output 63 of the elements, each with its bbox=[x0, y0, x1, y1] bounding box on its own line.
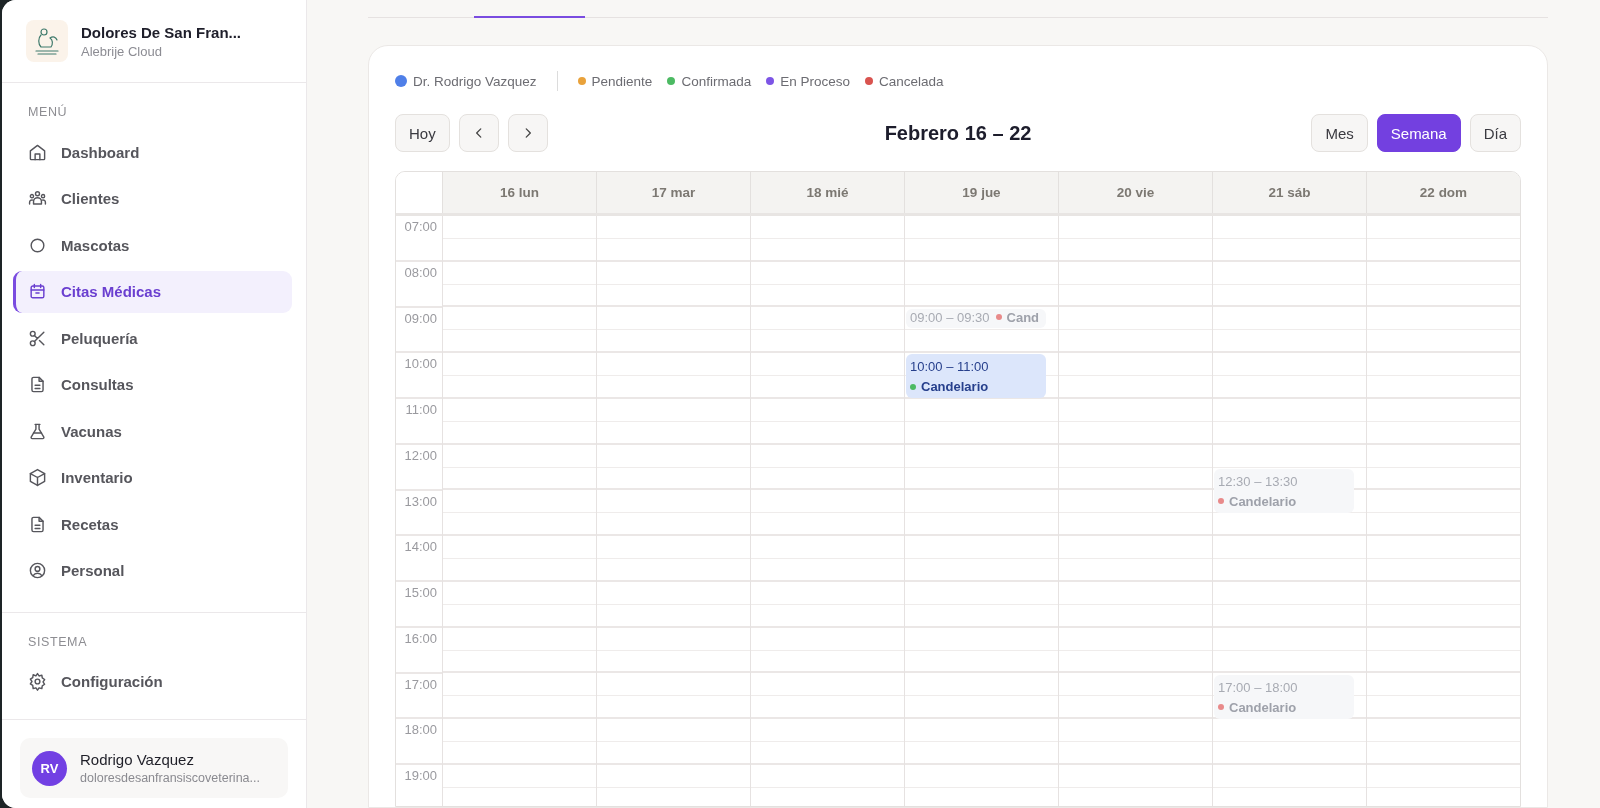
day-header: 21 sáb bbox=[1212, 172, 1366, 213]
sidebar-item[interactable]: Dashboard bbox=[13, 131, 292, 173]
day-header: 17 mar bbox=[596, 172, 750, 213]
patient-name: Candelario bbox=[1229, 493, 1297, 509]
sidebar-item[interactable]: Mascotas bbox=[13, 224, 292, 266]
home-icon bbox=[28, 142, 47, 162]
day-header: 16 lun bbox=[442, 172, 596, 213]
section-heading: MENÚ bbox=[27, 103, 69, 121]
sidebar-item[interactable]: Clientes bbox=[13, 177, 292, 220]
patient-name: Cand bbox=[1006, 309, 1040, 325]
time-label: 07:00 bbox=[404, 219, 437, 234]
user-email: doloresdesanfransiscoveterina... bbox=[80, 771, 260, 785]
calendar-title: Febrero 16 – 22 bbox=[883, 121, 1033, 145]
view-tab[interactable]: Día bbox=[1469, 114, 1521, 152]
cube-icon bbox=[28, 468, 47, 487]
time-label: 11:00 bbox=[405, 402, 437, 417]
sidebar-item[interactable]: Peluquería bbox=[13, 317, 292, 359]
scissors-icon bbox=[28, 328, 47, 348]
legend-label: Pendiente bbox=[591, 73, 653, 89]
user-name: Rodrigo Vazquez bbox=[80, 751, 195, 768]
user-card[interactable]: RV Rodrigo Vazquez doloresdesanfransiscoveterina... bbox=[20, 738, 288, 798]
sidebar-item[interactable]: Inventario bbox=[13, 456, 292, 499]
day-header: 20 vie bbox=[1058, 172, 1212, 213]
patient-name: Candelario bbox=[1229, 699, 1297, 715]
clinic-name: Dolores De San Fran... bbox=[81, 23, 242, 41]
view-tab[interactable]: Mes bbox=[1311, 114, 1368, 152]
clinic-subtitle: Alebrije Cloud bbox=[81, 43, 163, 59]
appointment-card[interactable]: 10:00 – 11:00 Candelario bbox=[906, 354, 1046, 399]
previous-button[interactable] bbox=[458, 114, 499, 152]
time-label: 15:00 bbox=[404, 585, 437, 600]
section-heading: SISTEMA bbox=[27, 633, 89, 651]
dog-logo-icon bbox=[33, 26, 61, 56]
day-header: 19 jue bbox=[904, 172, 1058, 213]
flask-icon bbox=[28, 421, 47, 441]
legend-label: Confirmada bbox=[681, 73, 752, 89]
view-tab[interactable]: Semana bbox=[1376, 114, 1461, 152]
patient-name: Candelario bbox=[921, 379, 989, 395]
time-label: 19:00 bbox=[404, 768, 437, 783]
avatar: RV bbox=[32, 750, 67, 786]
gear-icon bbox=[28, 672, 47, 691]
sidebar-item[interactable]: Citas Médicas bbox=[13, 270, 292, 313]
legend-label: En Proceso bbox=[780, 73, 850, 89]
user-circle-icon bbox=[28, 561, 47, 580]
today-button[interactable]: Hoy bbox=[395, 114, 450, 152]
appointment-time: 09:00 – 09:30 bbox=[910, 309, 990, 325]
people-icon bbox=[28, 189, 47, 208]
sidebar-item[interactable]: Vacunas bbox=[13, 410, 292, 452]
appointment-time: 12:30 – 13:30 bbox=[1218, 473, 1298, 489]
sidebar-item[interactable]: Personal bbox=[13, 549, 292, 592]
sidebar-item[interactable]: Consultas bbox=[13, 363, 292, 406]
next-button[interactable] bbox=[507, 114, 548, 152]
legend-label: Cancelada bbox=[878, 73, 944, 89]
appointment-time: 17:00 – 18:00 bbox=[1218, 679, 1298, 695]
document-icon bbox=[28, 375, 47, 394]
circle-icon bbox=[28, 235, 47, 255]
calendar-icon bbox=[28, 282, 47, 301]
sidebar-item[interactable]: Recetas bbox=[13, 503, 292, 545]
appointment-time: 10:00 – 11:00 bbox=[910, 359, 989, 375]
day-header: 18 mié bbox=[750, 172, 904, 213]
legend-label: Dr. Rodrigo Vazquez bbox=[413, 73, 537, 89]
day-header: 22 dom bbox=[1366, 172, 1520, 213]
document-icon bbox=[28, 514, 47, 534]
sidebar-item[interactable]: Configuración bbox=[13, 660, 292, 703]
